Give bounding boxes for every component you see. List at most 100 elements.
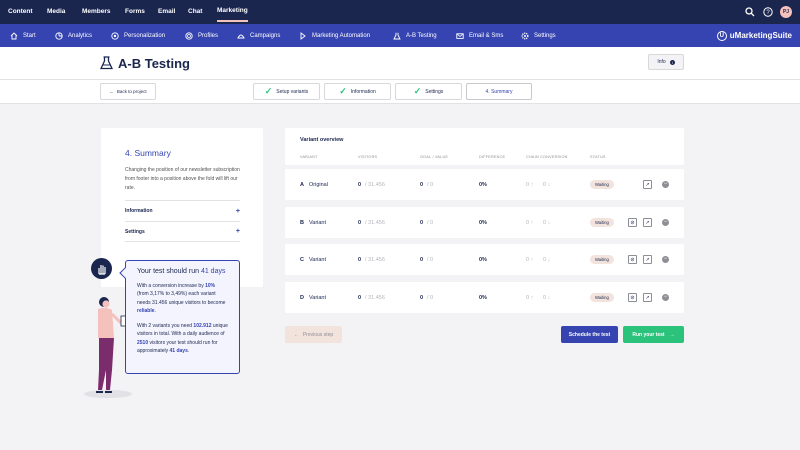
difference-value: 0% [479, 256, 487, 263]
help-icon[interactable]: ? [763, 7, 773, 17]
tip-highlight: reliable [137, 307, 155, 314]
step-settings[interactable]: ✓ Settings [395, 83, 462, 100]
remove-icon[interactable]: − [662, 294, 669, 301]
tip-text: . [187, 348, 190, 355]
column-header-difference: DIFFERENCE [479, 155, 506, 159]
status-badge-wrap: Waiting [590, 244, 614, 275]
variant-name: Variant [309, 256, 327, 263]
goal-value: 0 [420, 294, 424, 301]
step-summary[interactable]: 4. Summary [466, 83, 532, 100]
visitors-value: 0 [358, 256, 362, 263]
email-icon [456, 32, 464, 39]
step-setup-variants[interactable]: ✓ Setup variants [253, 83, 320, 100]
topnav-item-forms[interactable]: Forms [125, 0, 145, 24]
variant-row-c: C Variant 0 / 31.456 0 / 0 0% 0 ↑ 0 ↓ Wa… [285, 244, 684, 275]
top-navigation: Content Media Members Forms Email Chat M… [0, 0, 800, 24]
subnav-item-settings[interactable]: Settings [521, 24, 556, 47]
status-badge: Waiting [590, 218, 614, 227]
hide-icon[interactable]: ⊘ [628, 293, 637, 302]
back-to-project-button[interactable]: ← Back to project [100, 83, 156, 100]
subnav-item-campaigns[interactable]: Campaigns [237, 24, 280, 47]
topnav-item-media[interactable]: Media [47, 0, 65, 24]
topnav-item-chat[interactable]: Chat [188, 0, 202, 24]
hide-icon[interactable]: ⊘ [628, 218, 637, 227]
subnav-label: Start [23, 32, 36, 39]
subnav-item-personalization[interactable]: Personalization [111, 24, 165, 47]
variant-name: Variant [309, 219, 327, 226]
goal-total: / 0 [427, 181, 434, 188]
info-icon: i [669, 59, 675, 65]
chain-down-value: 0 ↓ [543, 181, 551, 188]
subnav-item-start[interactable]: Start [10, 24, 36, 47]
subnav-label: A-B Testing [406, 32, 437, 39]
tip-text: With 2 variants you need [137, 323, 194, 330]
tip-text: (from 3,17% to 3,49%) each variant needs… [137, 291, 226, 306]
variant-letter: A [300, 181, 304, 188]
avatar[interactable]: PJ [780, 6, 792, 18]
subnav-item-analytics[interactable]: Analytics [55, 24, 92, 47]
visitors-total: / 31.456 [365, 256, 385, 263]
home-icon [10, 31, 18, 39]
hide-icon[interactable]: ⊘ [628, 255, 637, 264]
schedule-test-button[interactable]: Schedule the test [561, 326, 618, 343]
info-button[interactable]: Info i [648, 54, 684, 70]
personalization-icon [111, 31, 119, 40]
check-icon: ✓ [264, 86, 273, 96]
accordion-information[interactable]: Information + [125, 200, 240, 221]
run-test-button[interactable]: Run your test → [623, 326, 684, 343]
subnav-item-email-sms[interactable]: Email & Sms [456, 24, 503, 47]
goal-value: 0 [420, 219, 424, 226]
tip-title-prefix: Your test should run [137, 268, 201, 275]
tip-text: . [154, 307, 156, 314]
previous-step-label: Previous step [302, 331, 334, 338]
step-label: 4. Summary [485, 88, 513, 95]
status-badge-wrap: Waiting [590, 169, 614, 200]
column-header-status: STATUS [590, 155, 606, 159]
subnav-item-marketing-automation[interactable]: Marketing Automation [299, 24, 370, 47]
column-header-variant: VARIANT [300, 155, 318, 159]
open-link-icon[interactable]: ↗ [643, 293, 652, 302]
open-link-icon[interactable]: ↗ [643, 180, 652, 189]
remove-icon[interactable]: − [662, 181, 669, 188]
page-title: A-B Testing [118, 56, 190, 71]
step-label: Setup variants [276, 88, 309, 95]
previous-step-button[interactable]: ← Previous step [285, 326, 342, 343]
remove-icon[interactable]: − [662, 219, 669, 226]
chain-up-value: 0 ↑ [526, 181, 534, 188]
accordion-settings[interactable]: Settings + [125, 221, 240, 242]
variant-overview-header: Variant overview VARIANT VISITORS GOAL /… [285, 128, 684, 165]
tip-highlight: 2510 [137, 339, 149, 346]
visitors-value: 0 [358, 181, 362, 188]
goal-total: / 0 [427, 219, 434, 226]
brand-name: uMarketingSuite [729, 31, 792, 40]
open-link-icon[interactable]: ↗ [643, 218, 652, 227]
run-label: Run your test [632, 331, 665, 338]
search-icon[interactable] [745, 7, 755, 17]
topnav-item-email[interactable]: Email [158, 0, 175, 24]
open-link-icon[interactable]: ↗ [643, 255, 652, 264]
tip-highlight: 41 days [169, 348, 188, 355]
remove-icon[interactable]: − [662, 256, 669, 263]
chain-up-value: 0 ↑ [526, 294, 534, 301]
variant-row-a: A Original 0 / 31.456 0 / 0 0% 0 ↑ 0 ↓ W… [285, 169, 684, 200]
arrow-left-icon: ← [109, 89, 114, 94]
visitors-total: / 31.456 [365, 181, 385, 188]
chain-down-value: 0 ↓ [543, 294, 551, 301]
status-badge: Waiting [590, 293, 614, 302]
topnav-item-members[interactable]: Members [82, 0, 111, 24]
visitors-value: 0 [358, 219, 362, 226]
subnav-item-ab-testing[interactable]: A-B Testing [393, 24, 437, 47]
topnav-item-content[interactable]: Content [8, 0, 33, 24]
subnav-item-profiles[interactable]: Profiles [185, 24, 218, 47]
goal-value: 0 [420, 181, 424, 188]
tip-text: With a conversion increase by [137, 283, 206, 289]
tip-title-days: 41 days [200, 268, 226, 275]
check-icon: ✓ [413, 86, 422, 96]
arrow-left-icon: ← [293, 331, 299, 338]
accordion-label: Information [125, 208, 153, 214]
topnav-item-marketing[interactable]: Marketing [217, 0, 248, 22]
step-information[interactable]: ✓ Information [324, 83, 391, 100]
summary-description: Changing the position of our newsletter … [125, 167, 240, 191]
difference-value: 0% [479, 219, 487, 226]
variant-letter: B [300, 219, 304, 226]
